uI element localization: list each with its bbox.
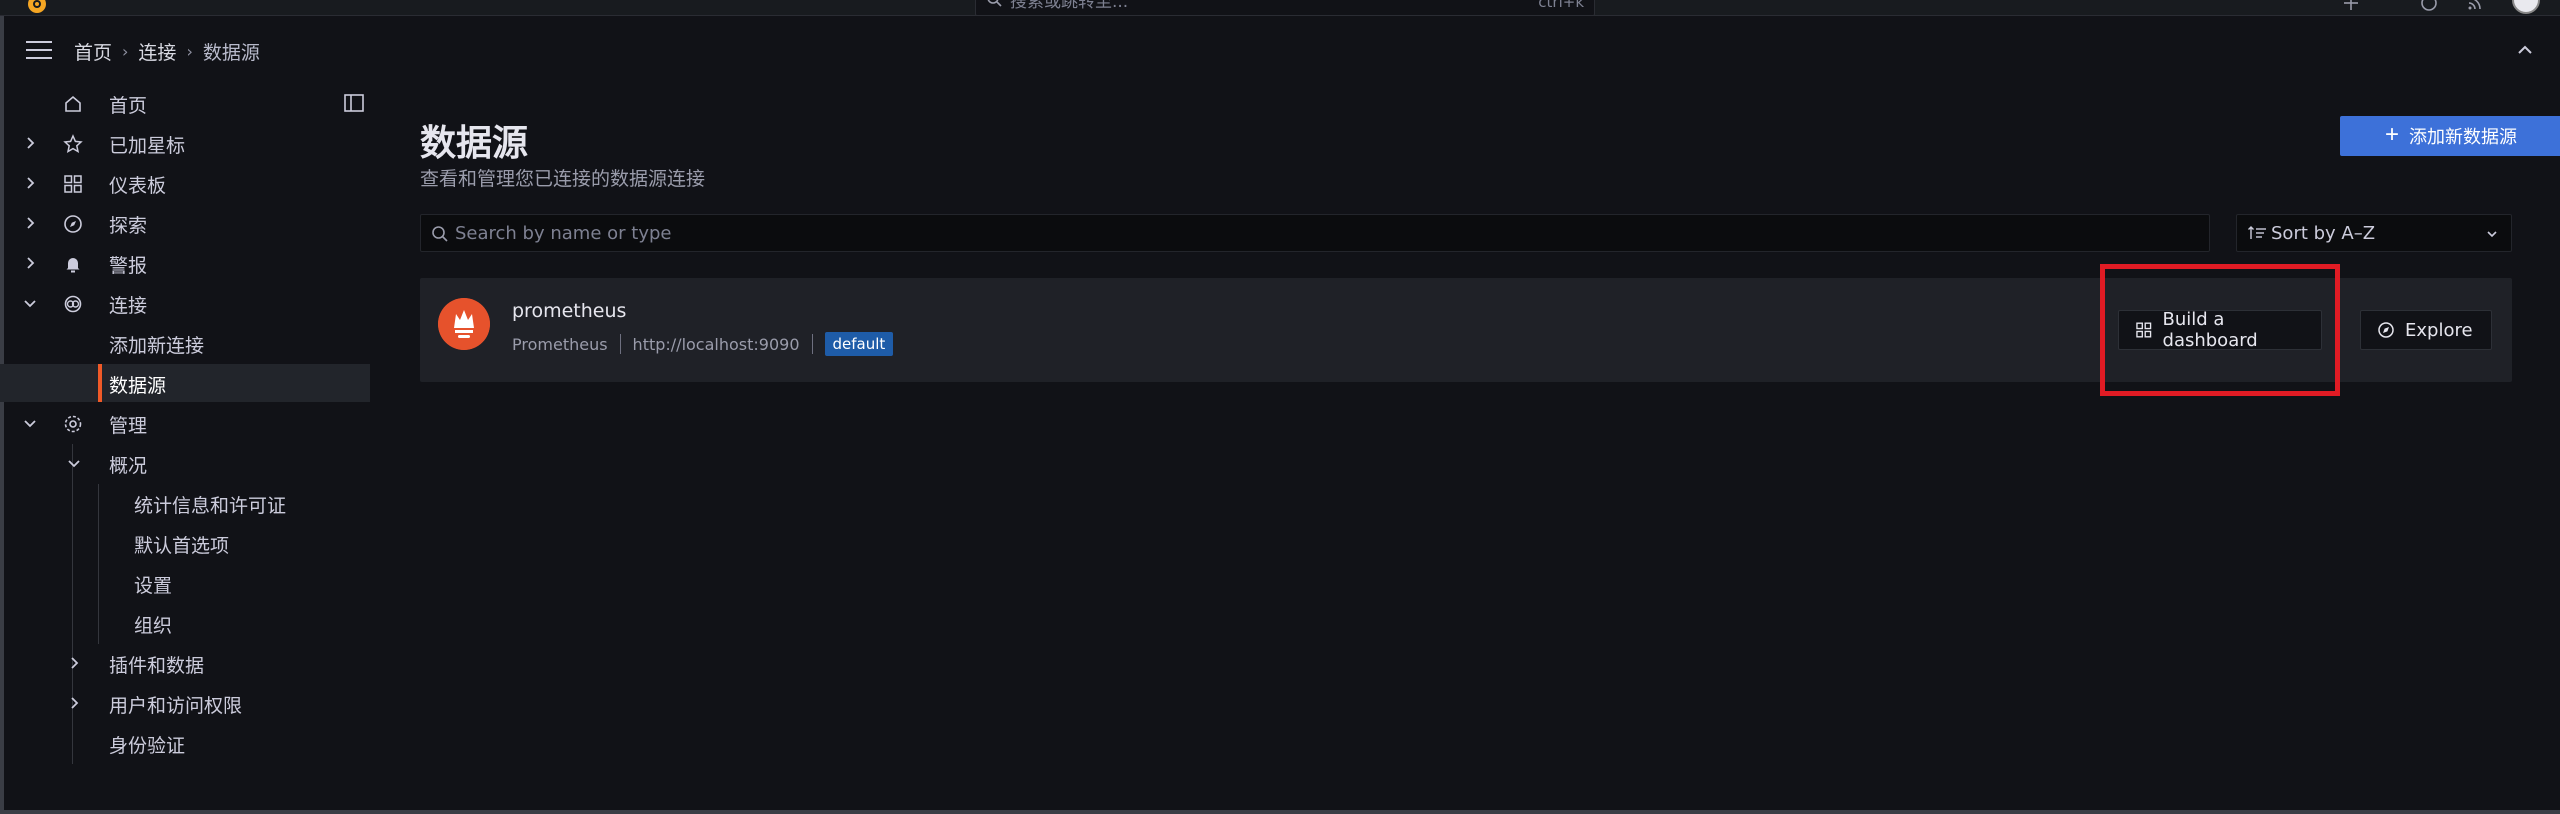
compass-icon (64, 215, 82, 233)
breadcrumb-bar: 首页 › 连接 › 数据源 (0, 28, 2560, 72)
grafana-logo-icon[interactable] (24, 0, 50, 14)
bell-icon (66, 258, 80, 273)
sidebar-item-label: 身份验证 (109, 735, 186, 757)
sidebar-item-label: 警报 (109, 255, 148, 277)
chevron-down-icon[interactable] (66, 455, 82, 471)
star-icon (63, 134, 83, 153)
chevron-right-icon[interactable] (22, 135, 38, 151)
sidebar-item-label: 用户和访问权限 (109, 695, 243, 717)
search-icon (987, 0, 1002, 7)
sidebar-item-label: 概况 (109, 455, 148, 477)
chevron-right-icon[interactable] (66, 695, 82, 711)
search-shortcut-hint: ctrl+k (1538, 0, 1584, 11)
meta-divider (811, 334, 813, 354)
sidebar-item-label: 添加新连接 (109, 335, 205, 357)
chevron-right-icon[interactable] (22, 175, 38, 191)
search-icon (432, 226, 448, 242)
sidebar-item-label: 插件和数据 (109, 655, 205, 677)
chevron-up-icon[interactable] (2516, 42, 2534, 58)
global-search-input[interactable]: 搜索或跳转至... ctrl+k (975, 0, 1595, 16)
breadcrumb-separator-icon: › (122, 42, 129, 61)
datasource-type: Prometheus (512, 334, 608, 354)
sidebar-nav: 首页 已加星标 仪表板 探索 警报 连接 添加新连接 数据源 管理 概况 统计信… (0, 84, 376, 814)
sidebar-item-label: 默认首选项 (134, 535, 230, 557)
sidebar-item-label: 统计信息和许可证 (134, 495, 287, 517)
apps-icon (64, 175, 82, 193)
sidebar-item-label: 首页 (109, 95, 148, 117)
sort-select[interactable]: Sort by A–Z (2236, 214, 2512, 252)
sidebar-item-label: 已加星标 (109, 135, 186, 157)
meta-divider (619, 334, 621, 354)
chevron-right-icon[interactable] (66, 655, 82, 671)
datasource-url: http://localhost:9090 (632, 334, 800, 354)
news-feed-icon[interactable] (2466, 0, 2484, 12)
sidebar-item-label: 数据源 (109, 375, 167, 397)
chevron-right-icon[interactable] (22, 255, 38, 271)
sidebar-item-data-sources[interactable]: 数据源 (0, 364, 370, 402)
plus-icon: + (2384, 121, 2399, 148)
sidebar-item-plugins-and-data[interactable]: 插件和数据 (0, 644, 370, 682)
sidebar-item-add-new-connection[interactable]: 添加新连接 (0, 324, 370, 362)
sidebar-item-users-and-access[interactable]: 用户和访问权限 (0, 684, 370, 722)
sidebar-item-alerting[interactable]: 警报 (0, 244, 370, 282)
window-edge-bottom (0, 810, 2560, 814)
add-new-data-source-button[interactable]: + 添加新数据源 (2340, 116, 2560, 156)
add-button-label: 添加新数据源 (2409, 127, 2517, 147)
build-dashboard-button[interactable]: Build a dashboard (2118, 309, 2322, 351)
prometheus-logo-icon (438, 298, 490, 350)
plus-icon[interactable] (2342, 0, 2360, 12)
sidebar-item-starred[interactable]: 已加星标 (0, 124, 370, 162)
top-bar: 搜索或跳转至... ctrl+k (0, 0, 2560, 16)
chevron-down-icon[interactable] (22, 415, 38, 431)
sidebar-item-home[interactable]: 首页 (0, 84, 370, 122)
sidebar-item-organizations[interactable]: 组织 (0, 604, 370, 642)
sidebar-item-label: 设置 (134, 575, 173, 597)
breadcrumb-connections[interactable]: 连接 (138, 38, 176, 65)
sidebar-item-default-preferences[interactable]: 默认首选项 (0, 524, 370, 562)
compass-icon (2378, 322, 2394, 338)
user-avatar[interactable] (2512, 0, 2540, 14)
chevron-down-icon (2487, 231, 2497, 238)
sidebar-item-stats-and-license[interactable]: 统计信息和许可证 (0, 484, 370, 522)
breadcrumb-separator-icon: › (186, 42, 193, 61)
datasource-search-input[interactable] (455, 215, 2195, 251)
sidebar-item-administration[interactable]: 管理 (0, 404, 370, 442)
datasource-card[interactable]: prometheus Prometheus http://localhost:9… (420, 278, 2512, 382)
apps-icon (2136, 322, 2152, 338)
sidebar-item-settings[interactable]: 设置 (0, 564, 370, 602)
sort-ascending-icon (2248, 226, 2266, 239)
home-icon (65, 95, 81, 112)
explore-label: Explore (2405, 319, 2473, 341)
menu-toggle-icon[interactable] (26, 41, 52, 59)
sidebar-item-authentication[interactable]: 身份验证 (0, 724, 370, 762)
sidebar-item-explore[interactable]: 探索 (0, 204, 370, 242)
page-title: 数据源 (420, 123, 529, 164)
sidebar-item-label: 探索 (109, 215, 148, 237)
datasource-name[interactable]: prometheus (512, 300, 626, 322)
breadcrumb: 首页 › 连接 › 数据源 (74, 38, 260, 65)
breadcrumb-home[interactable]: 首页 (74, 38, 112, 65)
chevron-right-icon[interactable] (22, 215, 38, 231)
sidebar-item-label: 仪表板 (109, 175, 167, 197)
global-search-placeholder: 搜索或跳转至... (1010, 0, 1129, 12)
sidebar-item-label: 连接 (109, 295, 148, 317)
sidebar-item-general[interactable]: 概况 (0, 444, 370, 482)
chevron-down-icon[interactable] (22, 295, 38, 311)
explore-button[interactable]: Explore (2360, 310, 2492, 350)
sidebar-item-connections[interactable]: 连接 (0, 284, 370, 322)
datasource-search[interactable] (420, 214, 2210, 252)
link-icon (64, 295, 82, 313)
help-icon[interactable] (2420, 0, 2438, 12)
sidebar-item-label: 组织 (134, 615, 173, 637)
sidebar-item-label: 管理 (109, 415, 148, 437)
sidebar-item-dashboards[interactable]: 仪表板 (0, 164, 370, 202)
page-subtitle: 查看和管理您已连接的数据源连接 (420, 168, 706, 190)
datasource-meta: Prometheus http://localhost:9090 default (512, 332, 894, 356)
build-dashboard-label: Build a dashboard (2162, 309, 2258, 351)
sort-select-value: Sort by A–Z (2271, 223, 2376, 244)
cog-icon (64, 415, 82, 433)
default-badge: default (824, 332, 894, 356)
breadcrumb-current: 数据源 (202, 42, 260, 64)
